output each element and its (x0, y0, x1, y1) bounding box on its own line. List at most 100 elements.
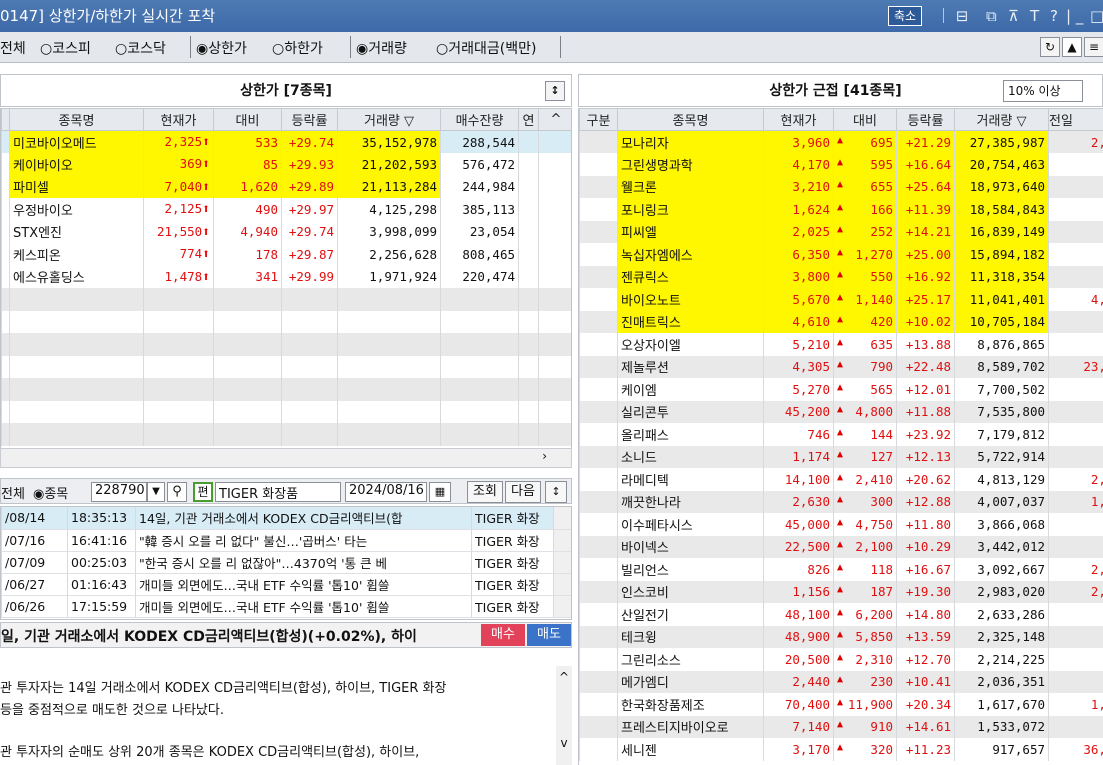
current-price: 1,174 (763, 445, 834, 468)
table-row[interactable]: 녹십자엠에스6,350▲ 1,270+25.0015,894,18226 (579, 243, 1103, 266)
expand-news-icon[interactable]: ↕ (545, 481, 567, 503)
table-row[interactable]: 인스코비1,156▲ 187+19.302,983,0202,59 (579, 580, 1103, 603)
calendar-icon[interactable]: ▦ (429, 482, 451, 502)
sell-button[interactable]: 매도 (527, 624, 571, 646)
query-button[interactable]: 조회 (467, 481, 503, 503)
table-row[interactable]: 케스피온 774⬆ 178 +29.87 2,256,628 808,465 (1, 243, 571, 266)
news-item[interactable]: /06/27 01:16:43 개미들 외면에도…국내 ETF 수익률 '톱10' … (1, 573, 571, 596)
up-triangle-icon: ▲ (837, 719, 844, 731)
news-radio-all[interactable]: 전체 (1, 483, 25, 502)
category-cell (579, 423, 618, 446)
horizontal-scrollbar[interactable]: › (0, 448, 572, 468)
table-row[interactable]: 바이오노트5,670▲ 1,140+25.1711,041,4014,75 (579, 288, 1103, 311)
change-value: ▲ 118 (833, 558, 897, 581)
price-value: 774 (179, 246, 203, 262)
table-row[interactable]: 깨끗한나라2,630▲ 300+12.884,007,0371,94 (579, 490, 1103, 513)
category-cell (579, 333, 618, 356)
shrink-button[interactable]: 축소 (888, 6, 922, 26)
news-date: /07/16 (1, 529, 68, 552)
stock-name: 모나리자 (617, 130, 764, 153)
prev-volume: 24 (1048, 310, 1103, 333)
change-rate: +10.41 (896, 670, 955, 693)
table-row[interactable]: 라메디텍14,100▲ 2,410+20.624,813,1292,27 (579, 468, 1103, 491)
news-item[interactable]: /06/26 17:15:59 개미들 외면에도…국내 ETF 수익률 '톱10' … (1, 595, 571, 618)
more-icon[interactable]: ≡ (1084, 37, 1103, 57)
change-rate: +10.29 (896, 535, 955, 558)
price-value: 7,040 (164, 178, 203, 194)
table-row[interactable]: 테크윙48,900▲ 5,850+13.592,325,14816 (579, 625, 1103, 648)
news-item[interactable]: /08/14 18:35:13 14일, 기관 거래소에서 KODEX CD금리액티… (1, 507, 571, 530)
radio-kosdaq[interactable]: ○코스닥 (115, 38, 166, 58)
table-row[interactable]: 제놀루션4,305▲ 790+22.488,589,70223,09 (579, 355, 1103, 378)
radio-kospi[interactable]: ○코스피 (40, 38, 91, 58)
table-row[interactable]: 케이엠5,270▲ 565+12.017,700,50213 (579, 378, 1103, 401)
table-row[interactable]: STX엔진 21,550⬆ 4,940 +29.74 3,998,099 23,054 (1, 220, 571, 243)
news-item[interactable]: /07/09 00:25:03 "한국 증시 오를 리 없잖아"…4370억 '통 … (1, 551, 571, 574)
threshold-select[interactable]: 10% 이상 (1003, 80, 1083, 102)
row-marker (1, 220, 10, 243)
minimize-icon[interactable]: | _ (1066, 0, 1083, 32)
change-value: 490 (213, 198, 282, 221)
radio-lower-limit[interactable]: ○하한가 (272, 38, 323, 58)
next-button[interactable]: 다음 (505, 481, 541, 503)
change-number: 595 (870, 156, 893, 172)
table-row[interactable]: 한국화장품제조70,400▲ 11,900+20.341,617,6701,24 (579, 693, 1103, 716)
news-radio-stock[interactable]: ◉종목 (33, 483, 68, 502)
layout-icon[interactable]: ｜ ⊟ (936, 0, 968, 32)
refresh-icon[interactable]: ↻ (1040, 37, 1060, 57)
table-row[interactable]: 산일전기48,100▲ 6,200+14.802,633,28629 (579, 603, 1103, 626)
extra-cell (518, 175, 539, 198)
stock-code-input[interactable]: 228790 (91, 482, 147, 502)
edit-badge[interactable]: 편 (193, 482, 213, 502)
table-row[interactable]: 그린리소스20,500▲ 2,310+12.702,214,22515 (579, 648, 1103, 671)
font-icon[interactable]: T (1030, 0, 1039, 32)
table-row[interactable]: 소니드1,174▲ 127+12.135,722,9149 (579, 445, 1103, 468)
up-triangle-icon: ▲ (837, 606, 844, 618)
table-row[interactable]: 우정바이오 2,125⬆ 490 +29.97 4,125,298 385,113 (1, 198, 571, 221)
up-arrow-icon[interactable]: ▲ (1062, 37, 1082, 57)
news-headline-bar: 일, 기관 거래소에서 KODEX CD금리액티브(합성)(+0.02%), 하… (0, 622, 572, 648)
table-row[interactable]: 빌리언스826▲ 118+16.673,092,6672,86 (579, 558, 1103, 581)
table-row[interactable]: 포니링크1,624▲ 166+11.3918,584,8437 (579, 198, 1103, 221)
table-row[interactable]: 올리패스746▲ 144+23.927,179,8128 (579, 423, 1103, 446)
table-row[interactable]: 프레스티지바이오로7,140▲ 910+14.611,533,07241 (579, 715, 1103, 738)
help-icon[interactable]: ? (1050, 0, 1058, 32)
news-body-scrollbar[interactable]: ^ v (556, 666, 572, 765)
table-row[interactable]: 진매트릭스4,610▲ 420+10.0210,705,18424 (579, 310, 1103, 333)
table-row[interactable]: 모나리자3,960▲ 695+21.2927,385,9872,01 (579, 130, 1103, 153)
news-item[interactable]: /07/16 16:41:16 "韓 증시 오를 리 없다" 불신…'곱버스' 타는… (1, 529, 571, 552)
table-row[interactable]: 세니젠3,170▲ 320+11.23917,65736,14 (579, 738, 1103, 761)
table-row[interactable]: 이수페타시스45,000▲ 4,750+11.803,866,06821 (579, 513, 1103, 536)
up-triangle-icon: ▲ (837, 696, 844, 708)
table-row[interactable]: 케이바이오 369⬆ 85 +29.93 21,202,593 576,472 (1, 153, 571, 176)
change-number: 565 (870, 381, 893, 397)
table-row[interactable]: 메가엠디2,440▲ 230+10.412,036,3519 (579, 670, 1103, 693)
table-row[interactable]: 파미셀 7,040⬆ 1,620 +29.89 21,113,284 244,984 (1, 175, 571, 198)
change-value: ▲ 144 (833, 423, 897, 446)
table-row[interactable]: 바이넥스22,500▲ 2,100+10.293,442,01227 (579, 535, 1103, 558)
table-row[interactable]: 실리콘투45,200▲ 4,800+11.887,535,80017 (579, 400, 1103, 423)
stock-name: 에스유홀딩스 (9, 265, 144, 288)
table-row[interactable]: 웰크론3,210▲ 655+25.6418,973,64032 (579, 175, 1103, 198)
date-field[interactable]: 2024/08/16 (345, 482, 427, 502)
table-row[interactable]: 그린생명과학4,170▲ 595+16.6420,754,46313 (579, 153, 1103, 176)
buy-button[interactable]: 매수 (481, 624, 525, 646)
radio-amount[interactable]: ○거래대금(백만) (436, 38, 536, 58)
dropdown-icon[interactable]: ▼ (147, 482, 165, 502)
expand-icon[interactable]: ↕ (545, 81, 565, 101)
pin-icon[interactable]: ⊼ (1008, 0, 1019, 32)
table-row[interactable]: 피씨엘2,025▲ 252+14.2116,839,14920 (579, 220, 1103, 243)
table-row[interactable]: 에스유홀딩스 1,478⬆ 341 +29.99 1,971,924 220,474 (1, 265, 571, 288)
radio-volume[interactable]: ◉거래량 (356, 38, 407, 58)
table-row[interactable]: 오상자이엘5,210▲ 635+13.888,876,86540 (579, 333, 1103, 356)
table-row[interactable]: 미코바이오메드 2,325⬆ 533 +29.74 35,152,978 288,544 (1, 130, 571, 153)
current-price: 45,200 (763, 400, 834, 423)
table-row[interactable]: 젠큐릭스3,800▲ 550+16.9211,318,35417 (579, 265, 1103, 288)
change-value: 533 (213, 130, 282, 153)
radio-upper-limit[interactable]: ◉상한가 (196, 38, 247, 58)
maximize-icon[interactable]: □ (1090, 0, 1103, 32)
window-icon[interactable]: ⧉ (986, 0, 997, 32)
search-icon[interactable]: ⚲ (167, 482, 187, 502)
change-value: ▲ 252 (833, 220, 897, 243)
radio-all[interactable]: 전체 (0, 38, 26, 58)
